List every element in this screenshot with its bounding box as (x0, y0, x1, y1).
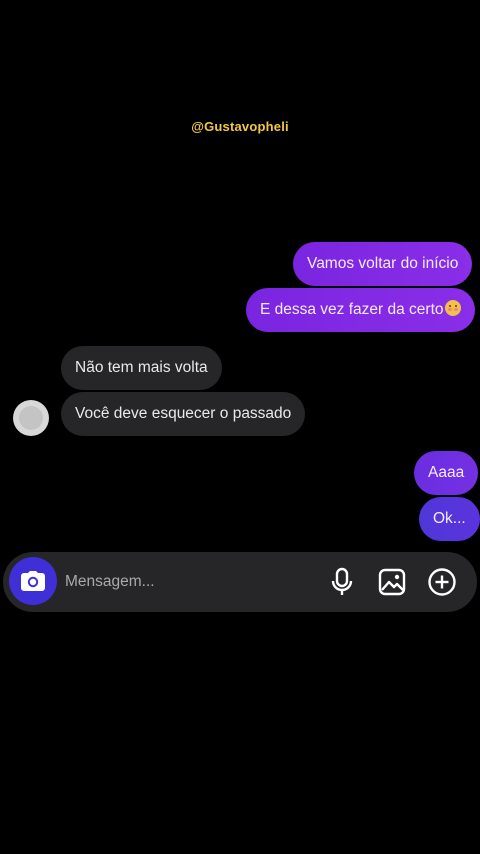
message-input[interactable] (65, 564, 305, 600)
microphone-icon (331, 567, 353, 595)
received-message-bubble[interactable]: Você deve esquecer o passado (61, 392, 306, 436)
microphone-button[interactable] (326, 566, 358, 598)
message-text: Você deve esquecer o passado (75, 405, 292, 422)
sent-message-bubble[interactable]: Ok... (419, 497, 480, 541)
message-text: E dessa vez fazer da certo (260, 301, 444, 318)
add-button[interactable] (426, 566, 458, 598)
camera-button[interactable] (9, 557, 57, 605)
message-composer (3, 552, 477, 612)
gallery-button[interactable] (376, 566, 408, 598)
sent-message-bubble[interactable]: Vamos voltar do início (293, 242, 473, 286)
contact-avatar[interactable] (13, 400, 49, 436)
received-message-bubble[interactable]: Não tem mais volta (61, 346, 222, 390)
message-text: Aaaa (428, 464, 465, 481)
watermark-handle: @Gustavopheli (191, 119, 289, 134)
message-text: Ok... (433, 510, 466, 527)
message-text: Não tem mais volta (75, 359, 208, 376)
sent-message-bubble[interactable]: Aaaa (414, 451, 479, 495)
blushing-face-emoji-icon (444, 300, 461, 316)
sent-message-bubble[interactable]: E dessa vez fazer da certo (246, 288, 475, 332)
message-text: Vamos voltar do início (307, 255, 459, 272)
plus-circle-icon (428, 568, 456, 596)
gallery-icon (378, 568, 406, 596)
camera-icon (21, 571, 45, 591)
